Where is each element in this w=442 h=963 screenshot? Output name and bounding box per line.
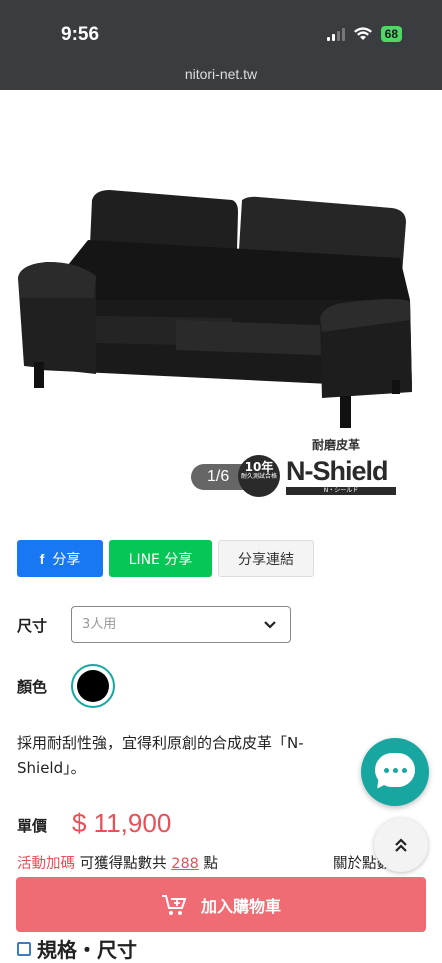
durability-badge-main: 10年 (244, 460, 274, 474)
copy-link-button[interactable]: 分享連結 (218, 540, 314, 577)
line-share-button[interactable]: LINE 分享 (109, 540, 212, 577)
battery-icon: 68 (380, 26, 402, 42)
size-select[interactable]: 3人用 (71, 606, 291, 643)
wifi-icon (353, 27, 372, 40)
status-bar: 9:56 68 nitori-net.tw (0, 0, 442, 90)
ruler-icon (17, 941, 31, 956)
add-to-cart-label: 加入購物車 (200, 896, 281, 916)
scroll-top-button[interactable] (374, 818, 428, 872)
cart-plus-icon (161, 894, 187, 915)
points-amount[interactable]: 288 (171, 856, 199, 872)
double-chevron-up-icon (395, 838, 407, 852)
price-label: 單價 (17, 817, 48, 835)
size-label: 尺寸 (17, 617, 48, 635)
product-description: 採用耐刮性強，宜得利原創的合成皮革「N-Shield」。 (17, 734, 304, 777)
facebook-share-button[interactable]: f 分享 (17, 540, 103, 577)
chat-button[interactable] (361, 738, 429, 806)
url-bar[interactable]: nitori-net.tw (0, 66, 442, 82)
spec-heading-text: 規格・尺寸 (37, 938, 137, 962)
status-time: 9:56 (61, 24, 100, 45)
status-icons: 68 (326, 26, 402, 42)
product-image-sofa[interactable] (0, 90, 442, 510)
points-info: 活動加碼 可獲得點數共 288 點 (17, 852, 218, 873)
nshield-logo-sub: N・シールド (286, 487, 396, 495)
color-swatch-black[interactable] (71, 664, 115, 708)
brand-caption: 耐磨皮革 (312, 438, 361, 452)
points-text-after: 點 (203, 856, 219, 872)
durability-badge: 10年 耐久測試合格 (238, 455, 280, 497)
chat-icon (375, 753, 415, 787)
spec-heading: 規格・尺寸 (17, 934, 137, 963)
chevron-down-icon (264, 621, 276, 629)
facebook-icon: f (39, 550, 45, 567)
durability-badge-sub: 耐久測試合格 (240, 473, 277, 480)
nshield-logo: N-Shield (286, 456, 389, 486)
promo-link[interactable]: 活動加碼 (17, 856, 75, 872)
add-to-cart-button[interactable]: 加入購物車 (16, 877, 426, 932)
price-value: $ 11,900 (72, 808, 172, 838)
facebook-share-label: 分享 (52, 551, 81, 568)
color-label: 顏色 (17, 678, 48, 696)
cellular-signal-icon (326, 27, 345, 41)
points-text-before: 可獲得點數共 (79, 856, 167, 872)
size-select-value: 3人用 (82, 617, 117, 632)
share-row: f 分享 LINE 分享 分享連結 (17, 540, 314, 577)
